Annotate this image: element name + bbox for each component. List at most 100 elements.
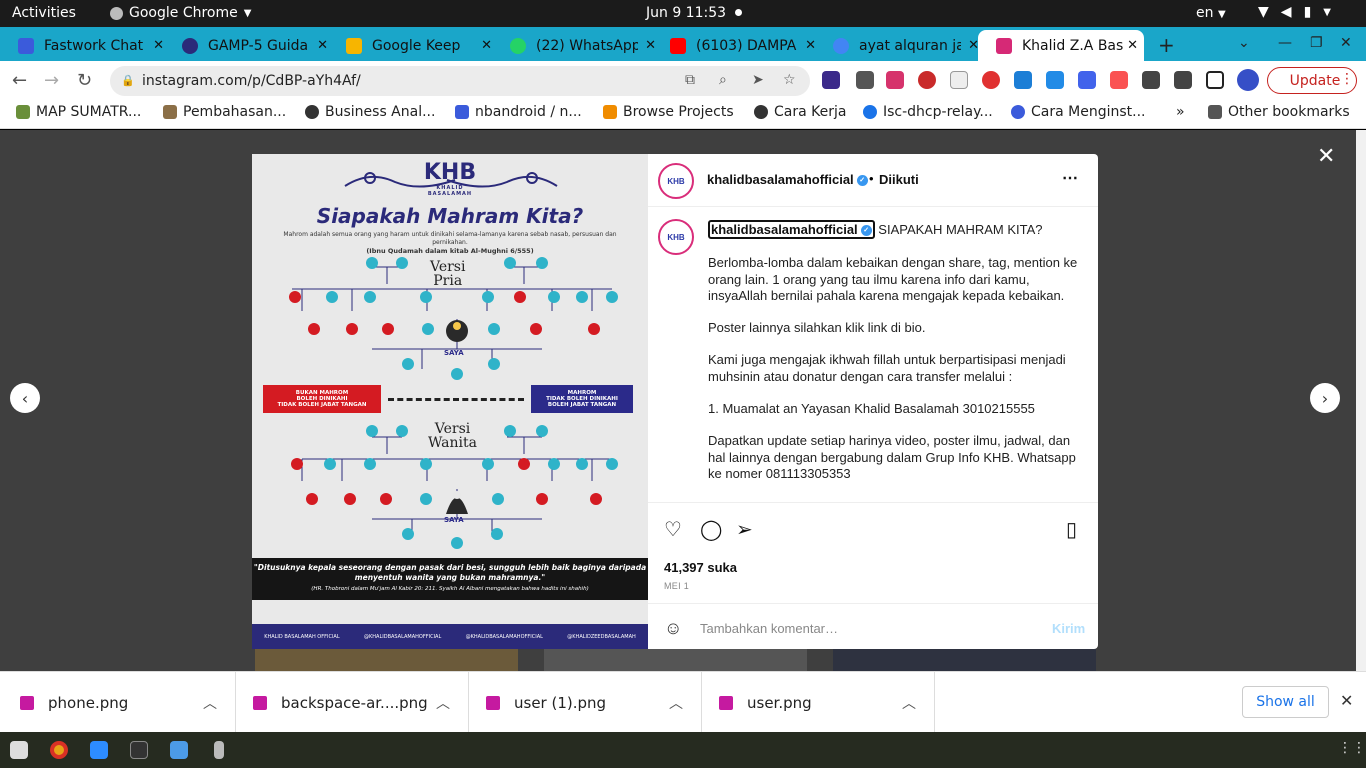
language-indicator[interactable]: en ▼: [1196, 5, 1226, 21]
extension-icon[interactable]: [918, 71, 936, 89]
chevron-up-icon[interactable]: ︿: [669, 693, 683, 713]
page-scrollbar[interactable]: [1356, 130, 1366, 671]
extension-icon[interactable]: [886, 71, 904, 89]
extension-icon[interactable]: [1014, 71, 1032, 89]
address-bar[interactable]: 🔒 instagram.com/p/CdBP-aYh4Af/ ⧉ ⌕ ➤ ☆: [110, 66, 810, 96]
avatar[interactable]: KHB: [658, 163, 694, 199]
close-icon[interactable]: ✕: [481, 38, 492, 53]
close-icon[interactable]: ✕: [1340, 691, 1353, 710]
more-vert-icon[interactable]: ⋮: [1340, 71, 1354, 87]
extension-icon[interactable]: [856, 71, 874, 89]
minimize-button[interactable]: —: [1278, 35, 1292, 51]
chevron-up-icon[interactable]: ︿: [203, 693, 217, 713]
media-icon[interactable]: [1174, 71, 1192, 89]
extension-icon[interactable]: [1078, 71, 1096, 89]
extension-icon[interactable]: [950, 71, 968, 89]
caption-username[interactable]: khalidbasalamahofficial ✓: [708, 220, 875, 239]
more-options-icon[interactable]: ⋯: [1062, 168, 1078, 188]
tab-search-button[interactable]: ⌄: [1238, 35, 1250, 51]
bookmark-icon: [1011, 105, 1025, 119]
send-comment-button[interactable]: Kirim: [1052, 621, 1085, 636]
clock[interactable]: Jun 9 11:53: [646, 5, 726, 21]
zoom-app-icon[interactable]: [90, 741, 108, 759]
translate-icon[interactable]: ⧉: [685, 72, 695, 88]
extension-icon[interactable]: [822, 71, 840, 89]
comment-input[interactable]: Tambahkan komentar…: [700, 621, 838, 636]
bookmark-icon: [603, 105, 617, 119]
like-heart-icon[interactable]: ♡: [664, 517, 682, 542]
next-post-button[interactable]: ›: [1310, 383, 1340, 413]
chrome-icon[interactable]: [50, 741, 68, 759]
extension-icon[interactable]: [1110, 71, 1128, 89]
extension-icon[interactable]: [982, 71, 1000, 89]
download-item[interactable]: user (1).png ︿: [469, 672, 702, 733]
chevron-up-icon[interactable]: ︿: [902, 693, 916, 713]
chevron-up-icon[interactable]: ︿: [436, 693, 450, 713]
send-icon[interactable]: ➤: [752, 72, 764, 88]
bookmark-item[interactable]: Pembahasan...: [163, 104, 286, 120]
comment-icon[interactable]: ◯: [700, 517, 722, 542]
download-item[interactable]: user.png ︿: [702, 672, 935, 733]
emoji-icon[interactable]: ☺: [664, 618, 682, 639]
legend-divider: [388, 398, 524, 401]
close-icon[interactable]: ✕: [153, 38, 164, 53]
tab-fastwork[interactable]: Fastwork Chat ✕: [0, 30, 170, 61]
show-apps-icon[interactable]: ⋮⋮: [1338, 740, 1366, 756]
bookmark-item[interactable]: nbandroid / n...: [455, 104, 582, 120]
google-icon: [833, 37, 849, 54]
tab-gamp[interactable]: GAMP-5 Guida ✕: [164, 30, 334, 61]
forward-button[interactable]: →: [44, 70, 59, 91]
bookmark-item[interactable]: MAP SUMATR...: [16, 104, 141, 120]
close-icon[interactable]: ✕: [1317, 144, 1335, 169]
post-username[interactable]: khalidbasalamahofficial ✓: [707, 172, 868, 187]
system-tray[interactable]: ▼ ◀ ▮ ▼: [1258, 4, 1331, 20]
bookmark-star-icon[interactable]: ☆: [783, 72, 796, 88]
close-icon[interactable]: ✕: [1127, 38, 1138, 53]
download-name: user (1).png: [514, 693, 607, 712]
extension-icon[interactable]: [1046, 71, 1064, 89]
puzzle-icon[interactable]: [1142, 71, 1160, 89]
bookmark-item[interactable]: Cara Menginst...: [1011, 104, 1146, 120]
download-item[interactable]: phone.png ︿: [0, 672, 236, 733]
tab-instagram[interactable]: Khalid Z.A Bas ✕: [978, 30, 1144, 61]
quote-source: (HR. Thobroni dalam Mu'jam Al Kabir 20: …: [311, 586, 589, 592]
close-icon[interactable]: ✕: [317, 38, 328, 53]
reload-button[interactable]: ↻: [77, 70, 92, 91]
maximize-button[interactable]: ❐: [1310, 35, 1323, 51]
share-icon[interactable]: ➢: [736, 517, 753, 542]
bookmark-item[interactable]: Business Anal...: [305, 104, 435, 120]
background-post-thumbnail: [255, 648, 518, 671]
tab-google-search[interactable]: ayat alquran ja ✕: [815, 30, 985, 61]
zoom-icon[interactable]: ⌕: [719, 72, 727, 88]
other-bookmarks-label: Other bookmarks: [1228, 104, 1350, 120]
tab-youtube[interactable]: (6103) DAMPA ✕: [652, 30, 822, 61]
activities-button[interactable]: Activities: [12, 5, 76, 21]
bookmark-item[interactable]: Isc-dhcp-relay...: [863, 104, 993, 120]
side-panel-icon[interactable]: [1206, 71, 1224, 89]
bookmark-item[interactable]: Cara Kerja: [754, 104, 846, 120]
new-tab-button[interactable]: +: [1158, 33, 1175, 57]
follow-status-button[interactable]: Diikuti: [879, 172, 919, 187]
app-menu[interactable]: Google Chrome ▼: [110, 5, 251, 21]
avatar[interactable]: KHB: [658, 219, 694, 255]
likes-count[interactable]: 41,397 suka: [664, 560, 737, 575]
previous-post-button[interactable]: ‹: [10, 383, 40, 413]
other-bookmarks[interactable]: Other bookmarks: [1208, 104, 1350, 120]
bookmark-icon: [163, 105, 177, 119]
window-close-button[interactable]: ✕: [1340, 35, 1352, 51]
tab-google-keep[interactable]: Google Keep ✕: [328, 30, 498, 61]
files-icon[interactable]: [10, 741, 28, 759]
bookmark-item[interactable]: Browse Projects: [603, 104, 734, 120]
terminal-icon[interactable]: [130, 741, 148, 759]
download-item[interactable]: backspace-ar....png ︿: [236, 672, 469, 733]
bookmarks-overflow-button[interactable]: »: [1176, 104, 1185, 120]
tab-title: (6103) DAMPA: [696, 37, 797, 54]
save-bookmark-icon[interactable]: ▯: [1066, 517, 1077, 542]
back-button[interactable]: ←: [12, 70, 27, 91]
text-editor-icon[interactable]: [170, 741, 188, 759]
app-icon[interactable]: [214, 741, 224, 759]
tab-whatsapp[interactable]: (22) WhatsApp ✕: [492, 30, 662, 61]
background-post-thumbnail: [833, 648, 1096, 671]
show-all-downloads-button[interactable]: Show all: [1242, 686, 1329, 718]
profile-avatar[interactable]: [1237, 69, 1259, 91]
